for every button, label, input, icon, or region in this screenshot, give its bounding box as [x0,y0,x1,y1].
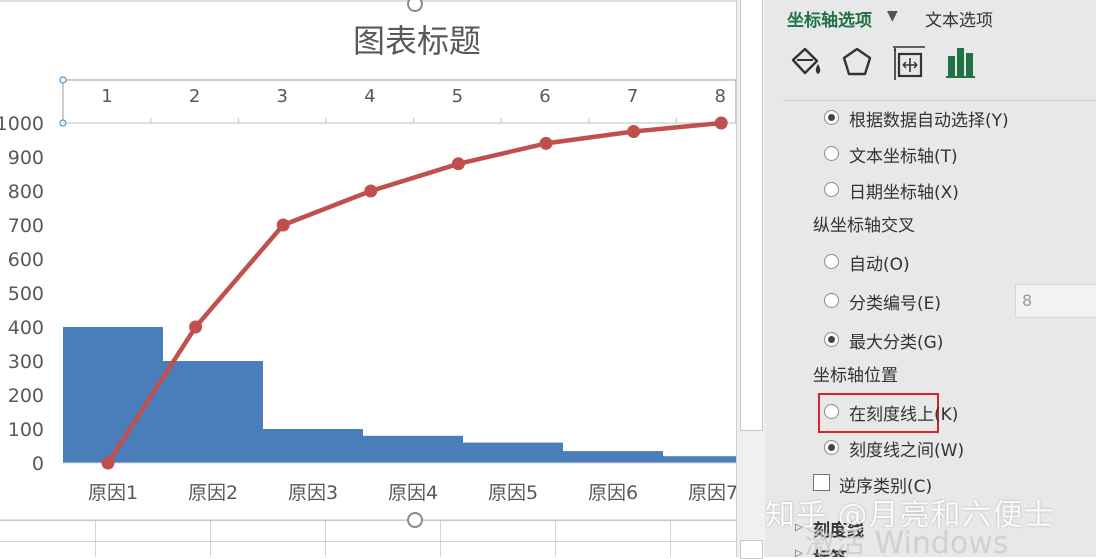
y-tick-label: 400 [8,317,44,339]
category-number-input[interactable]: 8 [1015,284,1096,318]
secondary-x-tick-label: 3 [276,86,287,107]
radio-between-tick-marks[interactable] [824,440,839,455]
chevron-down-icon[interactable]: ▼ [887,8,898,24]
checkbox-reverse-categories[interactable] [813,474,830,491]
divider [783,100,1096,101]
y-tick-label: 700 [8,215,44,237]
x-tick-label: 原因7 [688,482,736,504]
radio-text-axis[interactable] [824,146,839,161]
radio-auto-select[interactable] [824,110,839,125]
bar-2[interactable] [163,361,263,463]
secondary-x-tick-label: 1 [101,86,112,107]
radio-text-axis-label: 文本坐标轴(T) [849,147,958,167]
y-tick-label: 100 [8,419,44,441]
line-point-3[interactable] [276,218,290,232]
x-tick-label: 原因1 [88,482,138,504]
bar-6[interactable] [563,451,663,463]
bar-5[interactable] [463,442,563,463]
line-point-1[interactable] [101,456,115,470]
line-point-5[interactable] [451,157,465,171]
pentagon-icon[interactable] [839,44,875,80]
y-tick-label: 0 [32,453,44,475]
y-tick-label: 600 [8,249,44,271]
secondary-x-tick-label: 4 [364,86,375,107]
x-tick-label: 原因2 [188,482,238,504]
x-tick-label: 原因3 [288,482,338,504]
fill-bucket-icon[interactable] [787,44,823,80]
bar-3[interactable] [263,429,363,463]
x-tick-label: 原因6 [588,482,638,504]
secondary-x-tick-label: 5 [452,86,463,107]
radio-date-axis-label: 日期坐标轴(X) [849,183,959,203]
spreadsheet-area[interactable]: 图表标题 0 100 200 300 400 500 600 700 800 900 1000 原因… [0,0,736,557]
bar-chart-icon[interactable] [943,44,979,80]
radio-cross-max-label: 最大分类(G) [849,333,944,353]
radio-cross-auto-label: 自动(O) [849,255,910,275]
radio-cross-category-label: 分类编号(E) [849,294,942,314]
chart-title[interactable]: 图表标题 [353,22,481,60]
format-axis-pane: 坐标轴选项 ▼ 文本选项 根据数据自动选择(Y) 文本坐标轴(T) 日期坐标轴(… [765,0,1096,557]
line-point-2[interactable] [189,320,203,334]
expand-triangle-icon[interactable]: ▷ [795,548,803,557]
radio-between-tick-marks-label: 刻度线之间(W) [849,441,965,461]
line-point-6[interactable] [539,136,553,150]
line-point-7[interactable] [627,125,641,138]
y-tick-label: 1000 [0,113,44,135]
y-tick-label: 900 [8,147,44,169]
radio-cross-category[interactable] [824,293,839,308]
y-tick-label: 800 [8,181,44,203]
line-point-8[interactable] [714,116,728,130]
radio-on-tick-marks-label: 在刻度线上(K) [849,405,959,425]
selection-handle[interactable] [59,76,67,84]
radio-cross-max[interactable] [824,332,839,347]
resize-handle-bottom[interactable] [407,512,423,528]
y-tick-label: 300 [8,351,44,373]
scrollbar-thumb[interactable] [740,0,763,431]
secondary-x-tick-label: 8 [714,86,725,107]
y-tick-label: 200 [8,385,44,407]
bar-7[interactable] [663,456,736,463]
scrollbar-button[interactable] [740,540,763,559]
tab-text-options[interactable]: 文本选项 [925,6,993,31]
x-tick-label: 原因4 [388,482,438,504]
bar-1[interactable] [63,327,163,463]
radio-date-axis[interactable] [824,182,839,197]
radio-cross-auto[interactable] [824,254,839,269]
resize-handle-top[interactable] [407,0,423,12]
secondary-x-tick-label: 7 [627,86,638,107]
section-axis-crosses: 纵坐标轴交叉 [813,216,915,236]
vertical-scrollbar[interactable] [736,0,765,559]
radio-auto-select-label: 根据数据自动选择(Y) [849,111,1009,131]
pareto-chart[interactable]: 图表标题 0 100 200 300 400 500 600 700 800 900 1000 原因… [0,0,736,557]
size-properties-icon[interactable] [891,44,927,80]
secondary-x-tick-label: 2 [189,86,200,107]
x-tick-label: 原因5 [488,482,538,504]
line-point-4[interactable] [364,184,378,198]
secondary-x-tick-label: 6 [539,86,550,107]
activate-windows-watermark: 激活 Windows [805,526,1009,557]
bar-4[interactable] [363,435,463,463]
radio-on-tick-marks[interactable] [824,404,839,419]
section-axis-position: 坐标轴位置 [813,366,898,386]
tab-axis-options[interactable]: 坐标轴选项 [787,6,872,31]
y-tick-label: 500 [8,283,44,305]
